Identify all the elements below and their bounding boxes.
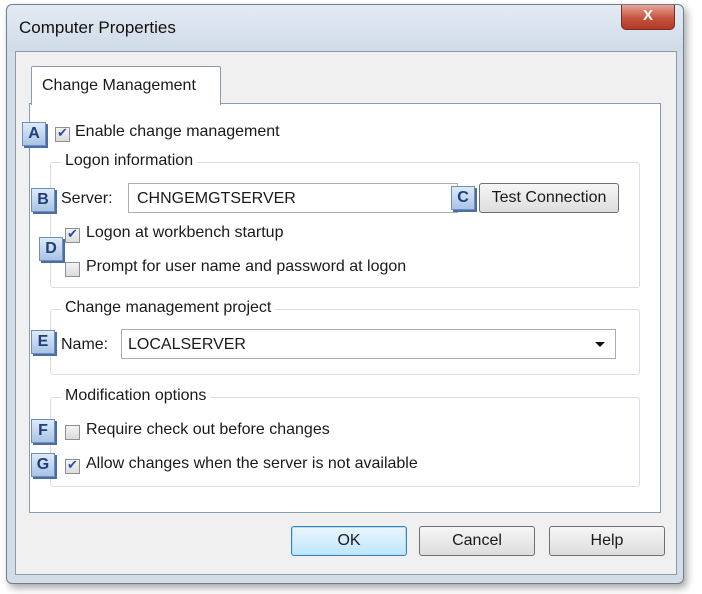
help-button[interactable]: Help	[549, 526, 665, 556]
tab-label: Change Management	[42, 77, 196, 94]
logon-at-startup-label: Logon at workbench startup	[86, 224, 284, 241]
server-label: Server:	[61, 190, 113, 207]
cancel-button[interactable]: Cancel	[419, 526, 535, 556]
logon-information-group: Logon information B Server: CHNGEMGTSERV…	[31, 152, 640, 288]
close-icon: X	[642, 7, 653, 24]
title-bar[interactable]: Computer Properties X	[7, 5, 683, 51]
tab-panel: A Enable change management Logon informa…	[22, 103, 661, 513]
dialog-window: Computer Properties X Change Management …	[6, 4, 684, 584]
test-connection-button[interactable]: Test Connection	[479, 183, 619, 213]
callout-marker-c: C	[451, 186, 475, 210]
prompt-credentials-label: Prompt for user name and password at log…	[86, 258, 407, 275]
modification-options-legend: Modification options	[61, 387, 211, 405]
allow-offline-changes-checkbox[interactable]	[65, 457, 80, 474]
change-management-project-group: Change management project E Name: LOCALS…	[31, 299, 640, 375]
callout-marker-f: F	[31, 419, 55, 443]
enable-change-management-checkbox[interactable]	[55, 125, 70, 142]
callout-marker-b: B	[31, 188, 55, 212]
logon-at-startup-checkbox[interactable]	[65, 226, 80, 243]
modification-options-group: Modification options F Require check out…	[31, 387, 640, 487]
dialog-client-area: Change Management A Enable change manage…	[15, 51, 677, 575]
change-management-project-legend: Change management project	[61, 299, 276, 317]
callout-marker-a: A	[22, 122, 46, 146]
ok-button[interactable]: OK	[291, 526, 407, 556]
callout-marker-e: E	[31, 330, 55, 354]
enable-change-management-label: Enable change management	[75, 123, 280, 140]
logon-information-legend: Logon information	[61, 152, 198, 170]
server-input[interactable]: CHNGEMGTSERVER	[128, 183, 458, 213]
require-checkout-checkbox[interactable]	[65, 425, 80, 440]
require-checkout-label: Require check out before changes	[86, 421, 330, 438]
project-name-dropdown[interactable]: LOCALSERVER	[121, 329, 616, 359]
project-name-label: Name:	[61, 336, 109, 353]
allow-offline-changes-label: Allow changes when the server is not ava…	[86, 455, 418, 472]
chevron-down-icon	[595, 342, 605, 347]
callout-marker-d: D	[39, 237, 63, 261]
window-title: Computer Properties	[19, 18, 176, 37]
prompt-credentials-checkbox[interactable]	[65, 262, 80, 277]
project-name-value: LOCALSERVER	[128, 336, 246, 353]
close-button[interactable]: X	[621, 5, 675, 30]
callout-marker-g: G	[31, 453, 55, 477]
tab-change-management[interactable]: Change Management	[31, 66, 221, 105]
